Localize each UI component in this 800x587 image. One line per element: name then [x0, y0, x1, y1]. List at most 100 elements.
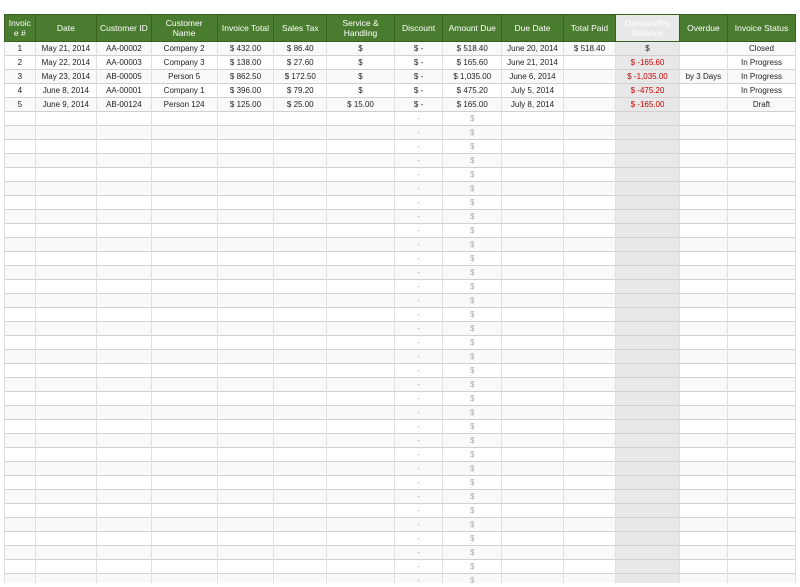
table-cell-empty: [727, 168, 795, 182]
table-cell-empty: [274, 168, 327, 182]
table-cell-empty: [151, 420, 217, 434]
table-cell-empty: [616, 280, 680, 294]
table-cell-empty: [35, 448, 96, 462]
table-cell-empty: -: [394, 462, 442, 476]
table-cell-empty: [217, 364, 274, 378]
table-row-empty: -$: [5, 168, 796, 182]
col-header-sales-tax: Sales Tax: [274, 15, 327, 42]
table-cell-empty: [151, 504, 217, 518]
table-cell-empty: [502, 238, 563, 252]
table-cell-empty: $: [443, 210, 502, 224]
table-cell-empty: [563, 392, 616, 406]
table-cell-empty: [151, 280, 217, 294]
table-cell-empty: [5, 224, 36, 238]
table-cell: June 8, 2014: [35, 84, 96, 98]
table-cell-empty: [97, 434, 152, 448]
table-cell-empty: [5, 364, 36, 378]
table-cell-empty: [217, 476, 274, 490]
table-cell-empty: [727, 112, 795, 126]
table-row: 2May 22, 2014AA-00003Company 3$ 138.00$ …: [5, 56, 796, 70]
table-cell-empty: $: [443, 154, 502, 168]
table-cell-empty: [151, 140, 217, 154]
table-cell-empty: [274, 126, 327, 140]
table-cell-empty: [563, 574, 616, 584]
table-cell-empty: [727, 406, 795, 420]
table-cell-empty: [679, 280, 727, 294]
table-cell: May 21, 2014: [35, 42, 96, 56]
table-cell: 1: [5, 42, 36, 56]
table-cell-empty: [274, 112, 327, 126]
table-cell-empty: -: [394, 266, 442, 280]
table-row-empty: -$: [5, 238, 796, 252]
table-cell-empty: [679, 224, 727, 238]
table-cell-empty: [274, 574, 327, 584]
table-cell-empty: [327, 238, 395, 252]
table-cell-empty: [563, 112, 616, 126]
table-cell-empty: [97, 182, 152, 196]
table-cell-empty: [5, 154, 36, 168]
table-row-empty: -$: [5, 308, 796, 322]
table-cell-empty: $: [443, 476, 502, 490]
table-cell-empty: $: [443, 266, 502, 280]
table-cell-empty: [5, 406, 36, 420]
table-cell-empty: $: [443, 336, 502, 350]
table-row: 4June 8, 2014AA-00001Company 1$ 396.00$ …: [5, 84, 796, 98]
table-cell-empty: [35, 196, 96, 210]
table-cell-empty: [35, 532, 96, 546]
table-cell-empty: [151, 350, 217, 364]
table-cell-empty: [563, 504, 616, 518]
table-cell-empty: [35, 434, 96, 448]
table-cell-empty: [679, 532, 727, 546]
table-cell-empty: [502, 392, 563, 406]
table-cell: [563, 56, 616, 70]
table-cell: $: [327, 56, 395, 70]
table-cell-empty: [563, 546, 616, 560]
table-cell-empty: [274, 504, 327, 518]
table-cell-empty: [727, 490, 795, 504]
table-cell-empty: [616, 210, 680, 224]
table-cell-empty: [217, 350, 274, 364]
table-cell-empty: [327, 308, 395, 322]
table-cell-empty: [616, 490, 680, 504]
table-cell: AA-00001: [97, 84, 152, 98]
table-cell-empty: -: [394, 420, 442, 434]
table-cell: June 21, 2014: [502, 56, 563, 70]
table-cell-empty: [502, 294, 563, 308]
table-cell-empty: [5, 280, 36, 294]
table-cell-empty: -: [394, 574, 442, 584]
table-cell: $ -: [394, 56, 442, 70]
table-cell-empty: [35, 140, 96, 154]
table-cell-empty: [563, 462, 616, 476]
table-cell-empty: [563, 490, 616, 504]
table-cell-empty: [679, 364, 727, 378]
table-cell-empty: [616, 378, 680, 392]
table-cell-empty: $: [443, 434, 502, 448]
table-cell-empty: [5, 546, 36, 560]
table-cell: $ 165.60: [443, 56, 502, 70]
table-cell: 4: [5, 84, 36, 98]
table-cell: Closed: [727, 42, 795, 56]
table-row-empty: -$: [5, 126, 796, 140]
table-cell-empty: [563, 434, 616, 448]
table-cell-empty: [727, 434, 795, 448]
table-cell-empty: [274, 560, 327, 574]
table-cell-empty: [679, 112, 727, 126]
table-cell-empty: [217, 322, 274, 336]
table-cell-empty: [151, 518, 217, 532]
table-cell-empty: [5, 238, 36, 252]
table-cell-empty: [97, 294, 152, 308]
table-cell: June 20, 2014: [502, 42, 563, 56]
table-cell-empty: [97, 336, 152, 350]
table-cell-empty: [217, 140, 274, 154]
table-cell-empty: [502, 462, 563, 476]
table-cell-empty: [274, 182, 327, 196]
table-cell-empty: [274, 546, 327, 560]
table-cell-empty: [97, 392, 152, 406]
table-cell-empty: [151, 266, 217, 280]
table-cell-empty: [5, 168, 36, 182]
table-cell-empty: -: [394, 560, 442, 574]
table-cell-empty: $: [443, 308, 502, 322]
table-cell-empty: [151, 336, 217, 350]
table-cell-empty: [679, 210, 727, 224]
table-row-empty: -$: [5, 434, 796, 448]
